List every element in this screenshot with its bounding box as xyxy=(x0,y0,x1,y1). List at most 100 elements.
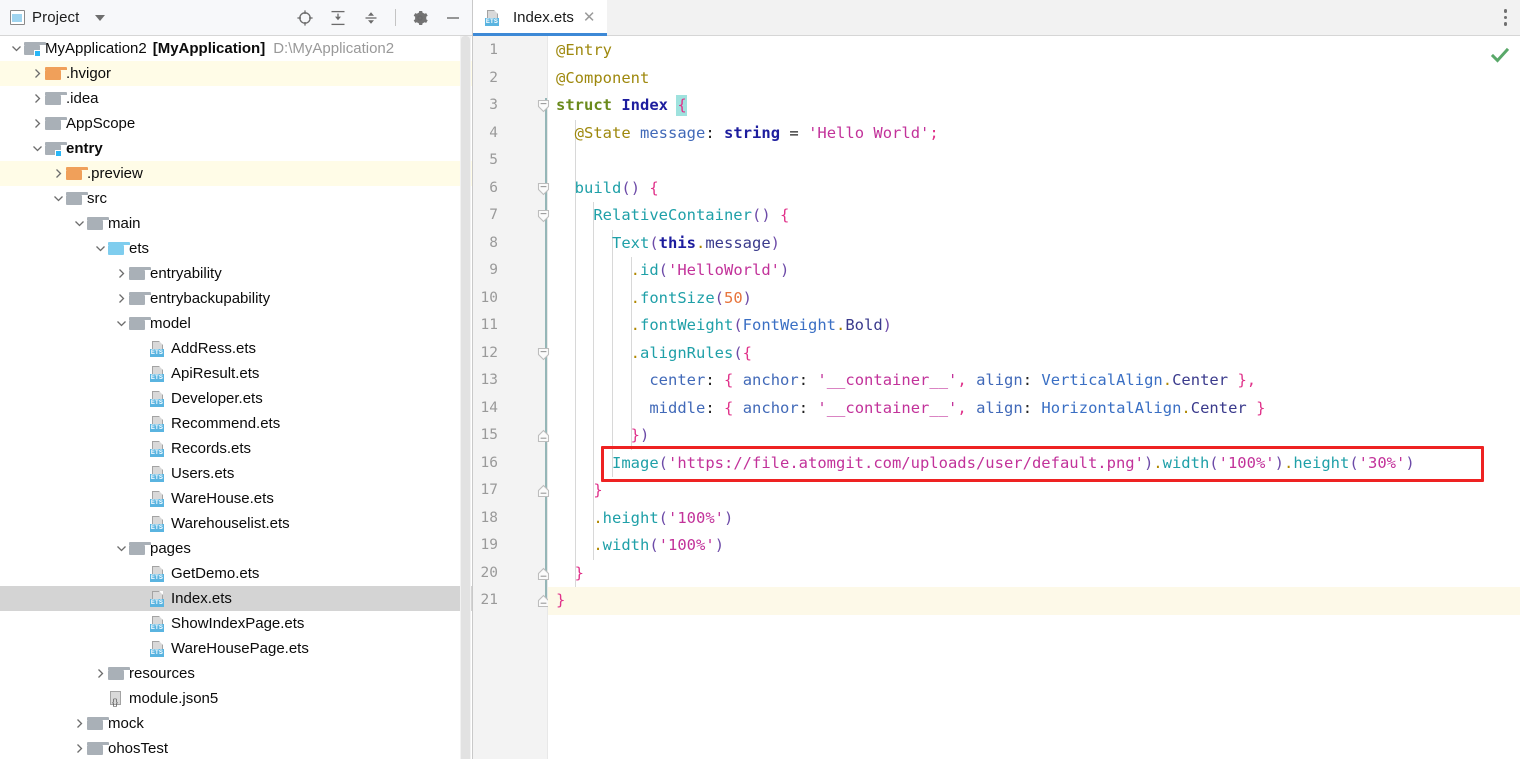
settings-gear-icon[interactable] xyxy=(411,9,429,27)
chevron-right-icon[interactable] xyxy=(113,286,129,311)
tree-row[interactable]: pages xyxy=(0,536,472,561)
code-line[interactable]: struct Index { xyxy=(548,92,1520,120)
tree-row-label: Index.ets xyxy=(171,590,232,607)
ets-file-icon: ETS xyxy=(485,9,501,26)
tree-row[interactable]: ETS WareHousePage.ets xyxy=(0,636,472,661)
chevron-right-icon[interactable] xyxy=(71,736,87,759)
code-line[interactable]: build() { xyxy=(548,175,1520,203)
code-editor[interactable]: 1 2 3 4 5 6 7 8 9 10 11 12 13 14 15 16 17 18 19 20 21 @Entry… xyxy=(473,36,1520,759)
tree-row[interactable]: ETS AddRess.ets xyxy=(0,336,472,361)
project-panel-title-group[interactable]: Project xyxy=(10,9,106,26)
folder-gray-icon xyxy=(45,117,67,130)
tree-row[interactable]: ETS Index.ets xyxy=(0,586,472,611)
tree-row[interactable]: .idea xyxy=(0,86,472,111)
code-line[interactable]: middle: { anchor: '__container__', align… xyxy=(548,395,1520,423)
tree-row[interactable]: mock xyxy=(0,711,472,736)
tree-row[interactable]: ets xyxy=(0,236,472,261)
chevron-down-icon[interactable] xyxy=(8,36,24,61)
expand-all-icon[interactable] xyxy=(329,9,347,27)
chevron-down-icon[interactable] xyxy=(29,136,45,161)
code-line[interactable] xyxy=(548,147,1520,175)
code-line[interactable]: .alignRules({ xyxy=(548,340,1520,368)
hide-panel-icon[interactable] xyxy=(444,9,462,27)
code-line[interactable]: } xyxy=(548,587,1520,615)
tree-row[interactable]: .hvigor xyxy=(0,61,472,86)
line-number: 18 xyxy=(480,509,498,526)
code-line[interactable]: RelativeContainer() { xyxy=(548,202,1520,230)
line-number: 1 xyxy=(489,42,498,58)
chevron-right-icon[interactable] xyxy=(29,86,45,111)
tree-row[interactable]: main xyxy=(0,211,472,236)
line-number: 7 xyxy=(489,207,498,223)
vertical-ellipsis-icon[interactable] xyxy=(1500,5,1512,30)
chevron-down-icon[interactable] xyxy=(113,311,129,336)
ets-file-icon: ETS xyxy=(150,590,166,607)
code-line[interactable]: .id('HelloWorld') xyxy=(548,257,1520,285)
chevron-right-icon[interactable] xyxy=(92,661,108,686)
tree-row[interactable]: ETS Developer.ets xyxy=(0,386,472,411)
select-opened-file-icon[interactable] xyxy=(296,9,314,27)
editor-gutter[interactable]: 1 2 3 4 5 6 7 8 9 10 11 12 13 14 15 16 17 18 19 20 21 xyxy=(473,36,548,759)
code-line[interactable]: @State message: string = 'Hello World'; xyxy=(548,120,1520,148)
collapse-all-icon[interactable] xyxy=(362,9,380,27)
folder-gray-icon xyxy=(66,192,88,205)
tree-row[interactable]: model xyxy=(0,311,472,336)
chevron-down-icon[interactable] xyxy=(92,236,108,261)
project-tree-scrollbar[interactable] xyxy=(460,36,471,759)
code-line[interactable]: }) xyxy=(548,422,1520,450)
code-line[interactable]: @Entry xyxy=(548,37,1520,65)
project-file-tree[interactable]: MyApplication2 [MyApplication] D:\MyApplic… xyxy=(0,36,472,759)
chevron-down-icon[interactable] xyxy=(95,14,106,21)
code-line[interactable]: Text(this.message) xyxy=(548,230,1520,258)
ets-file-icon: ETS xyxy=(150,615,166,632)
code-line[interactable]: .fontWeight(FontWeight.Bold) xyxy=(548,312,1520,340)
folder-gray-icon xyxy=(87,717,109,730)
tree-row-label: AddRess.ets xyxy=(171,340,257,357)
tab-index-ets[interactable]: ETS Index.ets ✕ xyxy=(473,0,608,36)
tree-row-path: D:\MyApplication2 xyxy=(273,40,395,57)
ets-file-icon: ETS xyxy=(150,465,166,482)
tree-row[interactable]: ETS Users.ets xyxy=(0,461,472,486)
chevron-down-icon[interactable] xyxy=(71,211,87,236)
code-line[interactable]: Image('https://file.atomgit.com/uploads/… xyxy=(548,450,1520,478)
code-line[interactable]: } xyxy=(548,560,1520,588)
tree-row[interactable]: ETS ShowIndexPage.ets xyxy=(0,611,472,636)
tree-row[interactable]: entrybackupability xyxy=(0,286,472,311)
tree-row[interactable]: ETS WareHouse.ets xyxy=(0,486,472,511)
close-icon[interactable]: ✕ xyxy=(581,10,598,25)
tree-row[interactable]: ETS ApiResult.ets xyxy=(0,361,472,386)
chevron-right-icon[interactable] xyxy=(29,61,45,86)
tree-row[interactable]: ETS Recommend.ets xyxy=(0,411,472,436)
code-line[interactable]: } xyxy=(548,477,1520,505)
check-mark-icon[interactable] xyxy=(1490,45,1510,65)
tree-row[interactable]: entry xyxy=(0,136,472,161)
ets-file-icon: ETS xyxy=(150,390,166,407)
chevron-right-icon[interactable] xyxy=(50,161,66,186)
tree-row[interactable]: ohosTest xyxy=(0,736,472,759)
code-line[interactable]: .width('100%') xyxy=(548,532,1520,560)
chevron-down-icon[interactable] xyxy=(50,186,66,211)
tree-row[interactable]: MyApplication2 [MyApplication] D:\MyApplic… xyxy=(0,36,472,61)
chevron-right-icon[interactable] xyxy=(71,711,87,736)
tree-row[interactable]: ETS GetDemo.ets xyxy=(0,561,472,586)
chevron-right-icon[interactable] xyxy=(29,111,45,136)
code-line[interactable]: .height('100%') xyxy=(548,505,1520,533)
chevron-right-icon[interactable] xyxy=(113,261,129,286)
code-line[interactable]: center: { anchor: '__container__', align… xyxy=(548,367,1520,395)
project-panel-header: Project xyxy=(0,0,472,36)
tree-row[interactable]: ETS Records.ets xyxy=(0,436,472,461)
tree-row[interactable]: AppScope xyxy=(0,111,472,136)
tree-arrow-placeholder xyxy=(134,386,150,411)
tree-row[interactable]: src xyxy=(0,186,472,211)
code-line[interactable]: .fontSize(50) xyxy=(548,285,1520,313)
tree-row[interactable]: entryability xyxy=(0,261,472,286)
chevron-down-icon[interactable] xyxy=(113,536,129,561)
code-line[interactable]: @Component xyxy=(548,65,1520,93)
line-number: 17 xyxy=(480,482,498,498)
tree-arrow-placeholder xyxy=(134,586,150,611)
tree-row[interactable]: resources xyxy=(0,661,472,686)
tree-row[interactable]: {} module.json5 xyxy=(0,686,472,711)
project-tree-scrollbar-thumb[interactable] xyxy=(461,36,470,759)
tree-row[interactable]: ETS Warehouselist.ets xyxy=(0,511,472,536)
tree-row[interactable]: .preview xyxy=(0,161,472,186)
